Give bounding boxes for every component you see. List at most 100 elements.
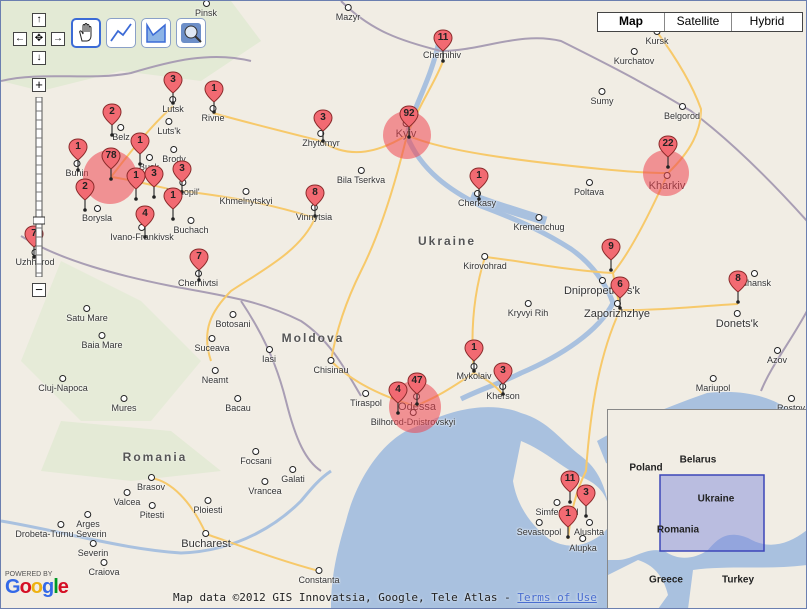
city-dot-icon — [481, 253, 489, 260]
map-marker-pin-icon[interactable]: 3 — [493, 362, 513, 396]
city-name: Severin — [77, 548, 109, 558]
map-marker-pin-icon[interactable]: 4 — [388, 381, 408, 415]
map-marker-pin-icon[interactable]: 1 — [163, 187, 183, 221]
city-dot-icon — [524, 300, 532, 307]
city-label: Suceava — [194, 335, 230, 353]
marker-count: 7 — [196, 251, 202, 262]
city-name: Tiraspol — [350, 398, 382, 408]
map-marker-pin-icon[interactable]: 1 — [464, 339, 484, 373]
city-dot-icon — [535, 519, 543, 526]
city-label: Craiova — [88, 559, 120, 577]
map-marker-pin-icon[interactable]: 8 — [728, 270, 748, 304]
city-label: Pinsk — [195, 1, 217, 18]
city-label: Neamt — [202, 367, 228, 385]
map-marker-pin-icon[interactable]: 3 — [163, 71, 183, 105]
map-type-map-button[interactable]: Map — [598, 13, 664, 31]
map-marker-pin-icon[interactable]: 1 — [68, 138, 88, 172]
city-dot-icon — [630, 48, 638, 55]
draw-line-button[interactable] — [106, 18, 136, 48]
draw-line-icon — [110, 23, 132, 42]
map-marker-pin-icon[interactable]: 2 — [102, 103, 122, 137]
city-label: Kirovohrad — [463, 253, 507, 271]
map-type-hybrid-button[interactable]: Hybrid — [731, 13, 802, 31]
city-label: Ploiesti — [193, 497, 223, 515]
city-name: Kryvyi Rih — [507, 308, 549, 318]
overview-country-label: Belarus — [679, 454, 717, 466]
marker-count: 2 — [82, 181, 88, 192]
marker-count: 11 — [437, 32, 449, 43]
city-dot-icon — [59, 375, 67, 382]
map-marker-pin-icon[interactable]: 1 — [130, 132, 150, 166]
city-label: Vrancea — [248, 478, 282, 496]
map-marker-pin-icon[interactable]: 47 — [407, 372, 427, 406]
city-label: Poltava — [574, 179, 604, 197]
map-type-control: Map Satellite Hybrid — [597, 12, 803, 32]
terms-of-use-link[interactable]: Terms of Use — [517, 591, 596, 604]
map-marker-pin-icon[interactable]: 6 — [610, 276, 630, 310]
city-dot-icon — [204, 497, 212, 504]
city-label: Botosani — [215, 311, 251, 329]
map-marker-pin-icon[interactable]: 92 — [399, 105, 419, 139]
zoom-in-button[interactable]: + — [32, 78, 46, 92]
city-dot-icon — [187, 217, 195, 224]
city-dot-icon — [84, 511, 92, 518]
city-name: Suceava — [194, 343, 230, 353]
marker-count: 92 — [403, 108, 415, 119]
city-dot-icon — [89, 540, 97, 547]
city-dot-icon — [165, 118, 173, 125]
city-name: Vrancea — [248, 486, 282, 496]
city-label: Bacau — [225, 395, 251, 413]
city-name: Belgorod — [663, 111, 701, 121]
map-marker-pin-icon[interactable]: 1 — [126, 167, 146, 201]
overview-country-label: Ukraine — [697, 493, 735, 505]
marker-count: 4 — [395, 384, 401, 395]
map-marker-pin-icon[interactable]: 8 — [305, 184, 325, 218]
city-dot-icon — [98, 332, 106, 339]
pan-center-button[interactable]: ✥ — [32, 32, 46, 46]
map-marker-pin-icon[interactable]: 78 — [101, 147, 121, 181]
marker-count: 1 — [137, 135, 143, 146]
marker-count: 8 — [735, 273, 741, 284]
pan-right-button[interactable]: → — [51, 32, 65, 46]
map-marker-pin-icon[interactable]: 2 — [75, 178, 95, 212]
map-marker-pin-icon[interactable]: 3 — [144, 165, 164, 199]
marker-count: 8 — [312, 187, 318, 198]
map-marker-pin-icon[interactable]: 7 — [189, 248, 209, 282]
city-name: Valcea — [113, 497, 141, 507]
map-marker-pin-icon[interactable]: 3 — [576, 484, 596, 518]
marker-count: 1 — [133, 170, 139, 181]
overview-country-label: Romania — [656, 524, 700, 536]
city-label: Kryvyi Rih — [507, 300, 549, 318]
city-label: Brasov — [137, 474, 165, 492]
map-marker-pin-icon[interactable]: 1 — [204, 80, 224, 114]
map-marker-pin-icon[interactable]: 4 — [135, 205, 155, 239]
geocode-button[interactable] — [176, 18, 206, 48]
map-type-satellite-button[interactable]: Satellite — [664, 13, 731, 31]
zoom-slider-handle[interactable] — [33, 216, 45, 225]
city-name: Luts'k — [157, 126, 181, 136]
map-marker-pin-icon[interactable]: 9 — [601, 238, 621, 272]
pan-left-button[interactable]: ← — [13, 32, 27, 46]
map-marker-pin-icon[interactable]: 11 — [433, 29, 453, 63]
map-marker-pin-icon[interactable]: 3 — [313, 109, 333, 143]
zoom-slider-track[interactable] — [33, 97, 45, 277]
marker-count: 11 — [564, 473, 576, 484]
city-name: Constanta — [298, 575, 340, 585]
hand-tool-button[interactable] — [71, 18, 101, 48]
city-dot-icon — [750, 270, 758, 277]
draw-shape-button[interactable] — [141, 18, 171, 48]
pan-up-button[interactable]: ↑ — [32, 13, 46, 27]
city-name: Kirovohrad — [463, 261, 507, 271]
overview-map[interactable]: Belarus Poland Ukraine Romania Greece Turkey — [607, 409, 806, 608]
city-label: Belgorod — [664, 103, 700, 121]
zoom-out-button[interactable]: − — [32, 283, 46, 297]
map-marker-pin-icon[interactable]: 22 — [658, 135, 678, 169]
map-marker-pin-icon[interactable]: 1 — [558, 505, 578, 539]
map-marker-pin-icon[interactable]: 1 — [469, 167, 489, 201]
overview-viewport[interactable] — [659, 474, 765, 552]
map-canvas[interactable]: Ukraine Moldova Romania Chernihiv Kursk Kurc… — [0, 0, 807, 609]
city-dot-icon — [773, 347, 781, 354]
pan-down-button[interactable]: ↓ — [32, 51, 46, 65]
city-dot-icon — [585, 179, 593, 186]
city-dot-icon — [289, 466, 297, 473]
